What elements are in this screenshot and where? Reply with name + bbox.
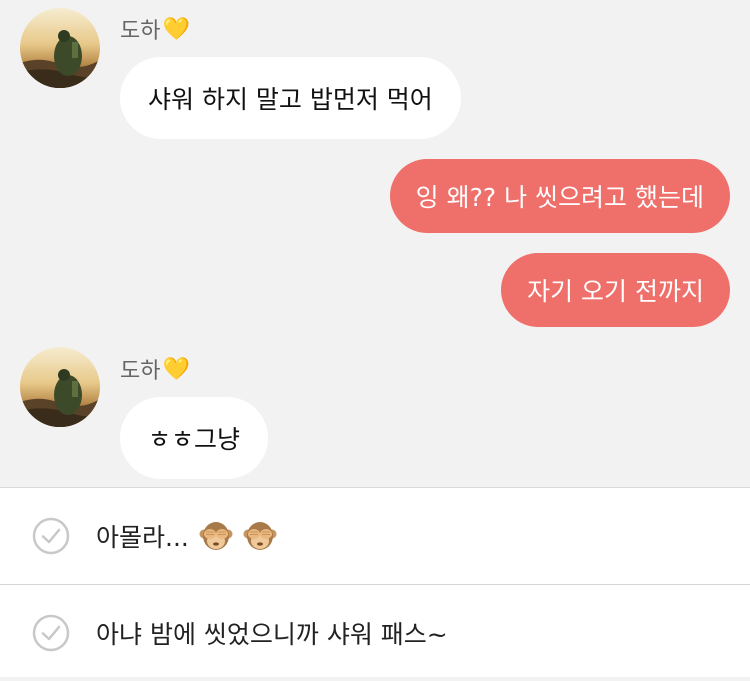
avatar-photo (20, 8, 100, 88)
sender-name-text: 도하 (120, 359, 161, 384)
reply-options: 아몰라... 아냐 밤에 씻었으니까 샤워 패스~ (0, 487, 750, 677)
reply-option-text: 아냐 밤에 씻었으니까 샤워 패스~ (96, 620, 448, 649)
message-text: 자기 오기 전까지 (527, 277, 704, 306)
reply-option-label: 아몰라... (96, 518, 277, 554)
reply-option[interactable]: 아냐 밤에 씻었으니까 샤워 패스~ (0, 585, 750, 681)
sender-name-text: 도하 (120, 19, 161, 44)
avatar[interactable] (20, 8, 100, 88)
avatar-photo (20, 347, 100, 427)
avatar[interactable] (20, 347, 100, 427)
see-no-evil-monkey-icon (243, 522, 277, 550)
reply-option-text: 아몰라... (96, 523, 189, 552)
sender-name: 도하 💛 (120, 354, 190, 385)
sender-name: 도하 💛 (120, 14, 190, 45)
reply-option-label: 아냐 밤에 씻었으니까 샤워 패스~ (96, 615, 448, 651)
message-text: ㅎㅎ그냥 (148, 425, 241, 454)
message-bubble-outgoing[interactable]: 자기 오기 전까지 (501, 253, 730, 327)
see-no-evil-monkey-icon (199, 522, 233, 550)
message-bubble-incoming[interactable]: 샤워 하지 말고 밥먼저 먹어 (120, 57, 461, 139)
reply-option[interactable]: 아몰라... (0, 488, 750, 585)
check-circle-icon (32, 517, 70, 555)
check-circle-icon (32, 614, 70, 652)
message-text: 잉 왜?? 나 씻으려고 했는데 (415, 183, 704, 212)
message-bubble-outgoing[interactable]: 잉 왜?? 나 씻으려고 했는데 (389, 159, 730, 233)
yellow-heart-icon: 💛 (162, 16, 190, 42)
chat-area: 도하 💛 샤워 하지 말고 밥먼저 먹어 잉 왜?? 나 씻으려고 했는데 자기… (0, 0, 750, 487)
message-text: 샤워 하지 말고 밥먼저 먹어 (148, 85, 433, 114)
message-bubble-incoming[interactable]: ㅎㅎ그냥 (120, 397, 269, 479)
yellow-heart-icon: 💛 (162, 356, 190, 382)
